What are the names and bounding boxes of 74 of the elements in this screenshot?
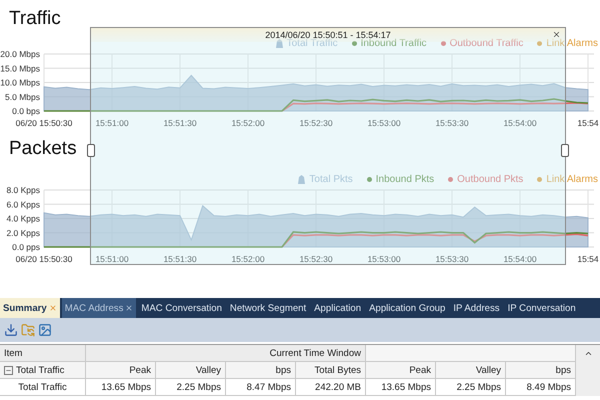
- table-cell: 13.65 Mbps: [86, 379, 156, 396]
- axis-label: 15.0 Mbps: [0, 63, 40, 74]
- axis-label: 4.0 Kpps: [6, 214, 40, 224]
- time-range-label: 2014/06/20 15:50:51 - 15:54:17: [265, 30, 391, 40]
- tab[interactable]: Summary: [0, 298, 60, 318]
- tree-row[interactable]: Total Traffic: [0, 362, 86, 379]
- axis-label: 15:52:00: [231, 118, 265, 128]
- legend-label: Inbound Traffic: [360, 38, 427, 48]
- table-cell: 2.25 Mbps: [436, 379, 506, 396]
- column-header: bps: [226, 362, 296, 379]
- table-cell: 8.47 Mbps: [226, 379, 296, 396]
- axis-label: 6.0 Kpps: [6, 199, 40, 210]
- table-cell: 8.49 Mbps: [506, 379, 576, 396]
- column-header: Total Bytes: [296, 362, 366, 379]
- column-header: Peak: [86, 362, 156, 379]
- axis-label: 15:51:00: [95, 118, 129, 128]
- axis-label: 0.0 pps: [12, 242, 40, 252]
- axis-label: 15:53:00: [367, 254, 401, 264]
- axis-label: 15:52:00: [231, 254, 265, 264]
- resize-handle[interactable]: [87, 144, 95, 157]
- axis-label: 15:54:00: [503, 118, 537, 128]
- row-label: Total Traffic: [16, 364, 64, 378]
- axis-label: 0.0 bps: [12, 106, 40, 116]
- tab[interactable]: Application: [311, 298, 364, 318]
- axis-label: 06/20 15:50:30: [16, 254, 72, 264]
- axis-label: 20.0 Mbps: [0, 50, 40, 59]
- axis-label: 15:53:00: [367, 118, 401, 128]
- axis-label: 15:53:30: [435, 254, 469, 264]
- table-cell: 2.25 Mbps: [156, 379, 226, 396]
- axis-label: 15:52:30: [299, 118, 333, 128]
- tab[interactable]: IP Address: [450, 298, 503, 318]
- column-header: Current Time Window: [86, 345, 366, 362]
- axis-label: 5.0 Mbps: [5, 92, 40, 102]
- axis-label: 2.0 Kpps: [6, 228, 40, 238]
- export-icon[interactable]: [4, 323, 18, 337]
- image-icon[interactable]: [38, 323, 52, 337]
- legend-label: Outbound Traffic: [450, 38, 524, 48]
- legend-label: Total Traffic: [286, 38, 338, 48]
- close-icon[interactable]: [552, 30, 561, 39]
- legend-label: Link Alarms: [546, 38, 598, 48]
- tab[interactable]: MAC Conversation: [138, 298, 225, 318]
- collapse-icon[interactable]: [4, 366, 13, 374]
- column-header: bps: [506, 362, 576, 379]
- column-header: Valley: [436, 362, 506, 379]
- resize-handle[interactable]: [561, 144, 569, 157]
- axis-label: 15:51:30: [163, 118, 197, 128]
- tab[interactable]: Application Group: [366, 298, 448, 318]
- axis-label: 06/20 15:50:30: [16, 118, 72, 128]
- column-header: Valley: [156, 362, 226, 379]
- axis-label: 15:54: [577, 254, 599, 264]
- tab[interactable]: IP Conversation: [504, 298, 579, 318]
- scroll-up-icon[interactable]: [584, 349, 592, 358]
- tab[interactable]: Network Segment: [226, 298, 310, 318]
- column-header: Item: [0, 345, 86, 362]
- axis-label: 15:54: [577, 118, 599, 128]
- chart-title: Packets: [9, 138, 77, 159]
- axis-label: 15:51:30: [163, 254, 197, 264]
- axis-label: 15:52:30: [299, 254, 333, 264]
- axis-label: 8.0 Kpps: [6, 186, 40, 195]
- legend-label: Outbound Pkts: [457, 174, 524, 184]
- legend-label: Link Alarms: [546, 174, 598, 184]
- tab[interactable]: MAC Address: [62, 298, 136, 318]
- axis-label: 15:54:00: [503, 254, 537, 264]
- scrollbar[interactable]: [576, 345, 600, 396]
- chart-title: Traffic: [9, 8, 61, 29]
- axis-label: 10.0 Mbps: [0, 78, 40, 88]
- axis-label: 15:53:30: [435, 118, 469, 128]
- legend-label: Total Pkts: [309, 174, 353, 184]
- axis-label: 15:51:00: [95, 254, 129, 264]
- legend-label: Inbound Pkts: [376, 174, 434, 184]
- table-cell: 13.65 Mbps: [366, 379, 436, 396]
- table-cell: 242.20 MB: [296, 379, 366, 396]
- column-header: Peak: [366, 362, 436, 379]
- table-cell: Total Traffic: [0, 379, 86, 396]
